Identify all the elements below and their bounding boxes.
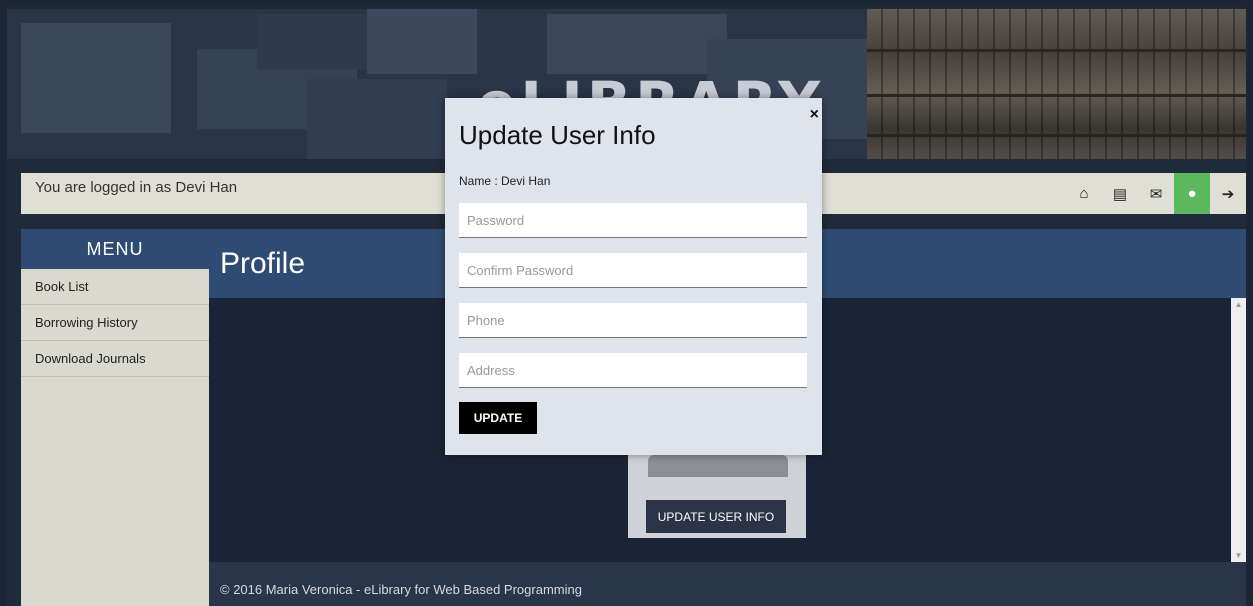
sidebar-item-borrowing-history[interactable]: Borrowing History (21, 305, 209, 341)
logged-in-text: You are logged in as Devi Han (35, 179, 238, 196)
footer: © 2016 Maria Veronica - eLibrary for Web… (209, 562, 1246, 606)
home-icon[interactable]: ⌂ (1066, 173, 1102, 214)
scroll-down-icon[interactable]: ▼ (1231, 551, 1246, 560)
password-field[interactable] (459, 203, 807, 238)
top-nav: ⌂ ▤ ✉ ● ➔ (1066, 173, 1246, 214)
confirm-password-field[interactable] (459, 253, 807, 288)
id-card-icon[interactable]: ▤ (1102, 173, 1138, 214)
sign-out-icon[interactable]: ➔ (1210, 173, 1246, 214)
phone-field[interactable] (459, 303, 807, 338)
modal-title: Update User Info (459, 120, 656, 150)
page-title: Profile (220, 247, 306, 280)
close-icon[interactable]: × (810, 106, 819, 124)
footer-text: © 2016 Maria Veronica - eLibrary for Web… (220, 582, 582, 597)
sidebar-item-download-journals[interactable]: Download Journals (21, 341, 209, 377)
envelope-icon[interactable]: ✉ (1138, 173, 1174, 214)
address-field[interactable] (459, 353, 807, 388)
update-button[interactable]: UPDATE (459, 402, 537, 434)
sidebar: MENU Book List Borrowing History Downloa… (21, 229, 209, 606)
content-scrollbar[interactable]: ▲ ▼ (1231, 298, 1246, 562)
user-icon[interactable]: ● (1174, 173, 1210, 214)
update-user-modal: × Update User Info Name : Devi Han UPDAT… (445, 98, 822, 455)
profile-photo (648, 455, 788, 477)
scroll-up-icon[interactable]: ▲ (1231, 300, 1246, 309)
menu-title: MENU (21, 229, 209, 269)
user-name-line: Name : Devi Han (459, 174, 551, 188)
sidebar-item-book-list[interactable]: Book List (21, 269, 209, 305)
update-user-info-button[interactable]: UPDATE USER INFO (646, 500, 786, 533)
